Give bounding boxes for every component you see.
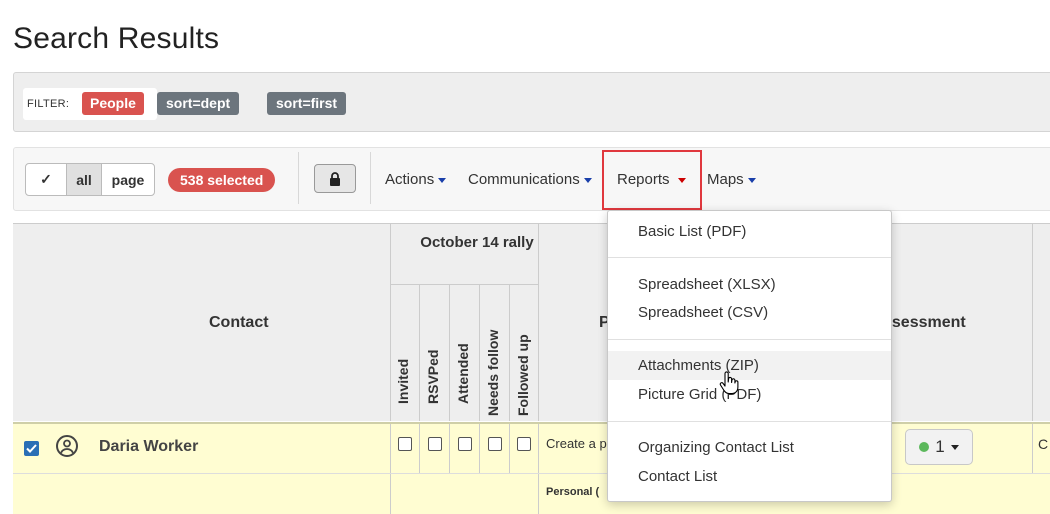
select-check-button[interactable]: ✓ bbox=[26, 164, 67, 195]
column-divider bbox=[1032, 424, 1033, 474]
assessment-dropdown-button[interactable]: 1 bbox=[905, 429, 973, 465]
menu-divider bbox=[608, 257, 891, 258]
report-contact-list-label: Contact List bbox=[638, 468, 718, 485]
hand-pointer-cursor-icon bbox=[719, 371, 739, 395]
column-divider bbox=[449, 424, 450, 474]
assessment-value: 1 bbox=[935, 437, 945, 456]
column-divider bbox=[390, 424, 391, 474]
caret-down-icon bbox=[950, 444, 959, 450]
caret-down-icon bbox=[583, 177, 592, 183]
needs-follow-column-header: Needs follow bbox=[485, 329, 501, 416]
report-picture-grid-pdf-label: Picture Grid (PDF) bbox=[638, 386, 762, 403]
row-edge-text: C bbox=[1038, 436, 1049, 452]
menu-divider bbox=[608, 421, 891, 422]
subcolumn-divider bbox=[509, 284, 510, 421]
column-divider bbox=[509, 424, 510, 474]
report-attachments-zip[interactable]: Attachments (ZIP) bbox=[608, 351, 891, 380]
row-personal-text: Personal ( bbox=[546, 486, 600, 498]
lock-button[interactable] bbox=[314, 164, 356, 193]
invited-checkbox[interactable] bbox=[398, 437, 412, 451]
report-basic-list-pdf-label: Basic List (PDF) bbox=[638, 223, 747, 240]
filter-box: FILTER: People bbox=[23, 88, 157, 120]
table-row: Personal ( bbox=[13, 473, 1050, 514]
results-table: Contact October 14 rally P ssessment Inv… bbox=[13, 223, 1050, 514]
check-icon: ✓ bbox=[40, 171, 52, 187]
communications-menu[interactable]: Communications bbox=[468, 171, 592, 188]
lock-icon bbox=[330, 171, 340, 186]
caret-down-icon bbox=[438, 177, 447, 183]
column-divider bbox=[390, 474, 391, 514]
contact-column-header[interactable]: Contact bbox=[209, 314, 269, 332]
actions-menu-label: Actions bbox=[385, 171, 435, 188]
caret-down-icon bbox=[747, 177, 756, 183]
selected-count-badge: 538 selected bbox=[168, 168, 276, 192]
report-spreadsheet-xlsx[interactable]: Spreadsheet (XLSX) bbox=[608, 270, 891, 299]
subcolumn-divider bbox=[449, 284, 450, 421]
report-spreadsheet-csv[interactable]: Spreadsheet (CSV) bbox=[608, 298, 891, 327]
followed-up-column-header: Followed up bbox=[515, 334, 531, 416]
reports-highlight-box bbox=[602, 150, 702, 210]
group-header-divider bbox=[390, 284, 538, 285]
row-select-checkbox[interactable] bbox=[24, 441, 39, 456]
maps-menu[interactable]: Maps bbox=[707, 171, 756, 188]
needs-follow-checkbox[interactable] bbox=[488, 437, 502, 451]
column-divider bbox=[419, 424, 420, 474]
report-spreadsheet-csv-label: Spreadsheet (CSV) bbox=[638, 304, 769, 321]
row-action-text[interactable]: Create a p bbox=[546, 436, 607, 451]
subcolumn-divider bbox=[419, 284, 420, 421]
filter-bar: FILTER: People sort=dept sort=first bbox=[13, 72, 1050, 132]
actions-menu[interactable]: Actions bbox=[385, 171, 447, 188]
column-divider bbox=[479, 424, 480, 474]
toolbar-divider bbox=[370, 152, 371, 204]
attended-column-header: Attended bbox=[455, 343, 471, 404]
assessment-column-header[interactable]: ssessment bbox=[883, 314, 966, 332]
contact-name-link[interactable]: Daria Worker bbox=[99, 438, 198, 456]
page-title: Search Results bbox=[13, 22, 220, 55]
column-divider bbox=[538, 424, 539, 474]
communications-menu-label: Communications bbox=[468, 171, 580, 188]
report-attachments-zip-label: Attachments (ZIP) bbox=[638, 357, 759, 374]
sort-first-pill[interactable]: sort=first bbox=[267, 92, 347, 115]
subcolumn-divider bbox=[479, 284, 480, 421]
report-picture-grid-pdf[interactable]: Picture Grid (PDF) bbox=[608, 380, 891, 409]
invited-column-header: Invited bbox=[395, 358, 411, 404]
table-row: Daria Worker Create a p 1 C bbox=[13, 422, 1050, 474]
select-button-group: ✓ all page bbox=[25, 163, 155, 196]
column-divider bbox=[390, 224, 391, 421]
status-dot-icon bbox=[919, 442, 930, 452]
report-spreadsheet-xlsx-label: Spreadsheet (XLSX) bbox=[638, 276, 776, 293]
check-icon bbox=[26, 444, 37, 453]
report-basic-list-pdf[interactable]: Basic List (PDF) bbox=[608, 217, 891, 246]
table-header: Contact October 14 rally P ssessment Inv… bbox=[13, 224, 1050, 421]
filter-people-pill[interactable]: People bbox=[82, 92, 144, 115]
select-page-button[interactable]: page bbox=[102, 164, 154, 195]
event-group-header: October 14 rally bbox=[420, 234, 534, 251]
report-contact-list[interactable]: Contact List bbox=[608, 462, 891, 491]
attended-checkbox[interactable] bbox=[458, 437, 472, 451]
report-organizing-contact-list[interactable]: Organizing Contact List bbox=[608, 433, 891, 462]
toolbar: ✓ all page 538 selected Actions Communic… bbox=[13, 147, 1050, 211]
select-all-button[interactable]: all bbox=[67, 164, 102, 195]
followed-up-checkbox[interactable] bbox=[517, 437, 531, 451]
user-circle-icon bbox=[56, 435, 78, 457]
rsvped-column-header: RSVPed bbox=[425, 349, 441, 404]
column-divider bbox=[1032, 224, 1033, 421]
maps-menu-label: Maps bbox=[707, 171, 744, 188]
column-divider bbox=[538, 224, 539, 421]
reports-dropdown-menu: Basic List (PDF) Spreadsheet (XLSX) Spre… bbox=[607, 210, 892, 502]
rsvped-checkbox[interactable] bbox=[428, 437, 442, 451]
toolbar-divider bbox=[298, 152, 299, 204]
column-divider bbox=[538, 474, 539, 514]
report-organizing-contact-list-label: Organizing Contact List bbox=[638, 439, 794, 456]
menu-divider bbox=[608, 339, 891, 340]
sort-dept-pill[interactable]: sort=dept bbox=[157, 92, 240, 115]
filter-label: FILTER: bbox=[27, 98, 70, 110]
